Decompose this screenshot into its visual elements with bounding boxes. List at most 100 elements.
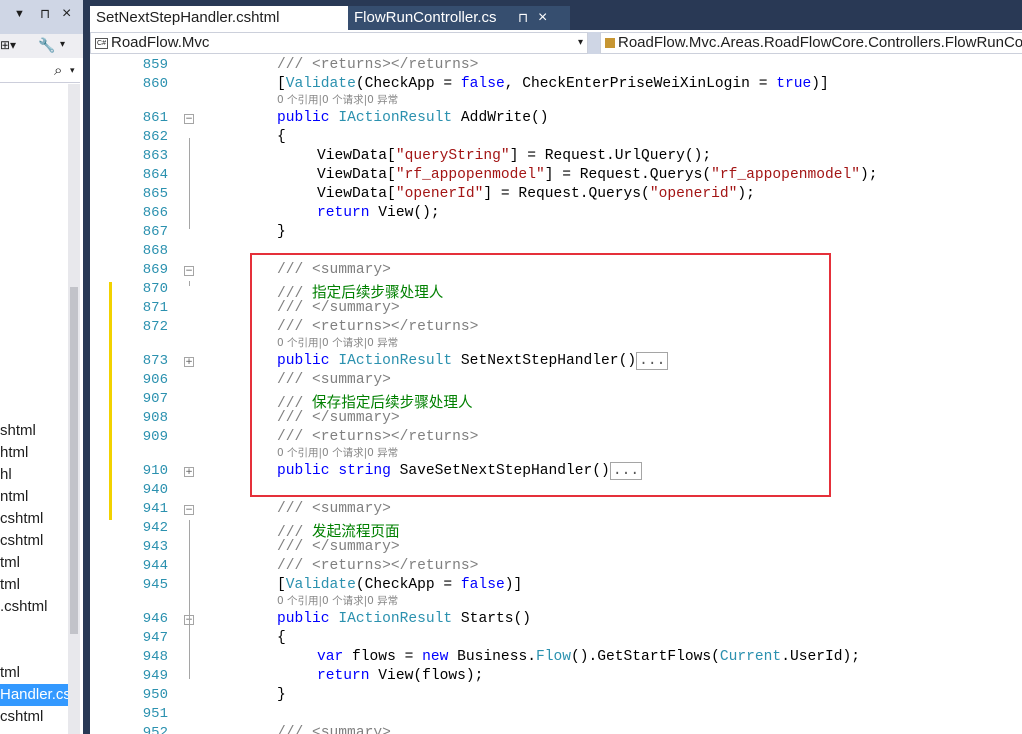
line-number: 941 [142,501,168,517]
line-number: 951 [142,706,168,722]
file-item[interactable]: shtml [0,420,68,442]
code-line[interactable]: } [277,687,286,703]
solution-search-box[interactable]: ⌕ ▾ [0,60,80,83]
line-number: 869 [142,262,168,278]
search-icon: ⌕ [54,62,63,79]
class-dropdown[interactable]: RoadFlow.Mvc.Areas.RoadFlowCore.Controll… [600,32,1022,54]
code-line[interactable]: var flows = new Business.Flow().GetStart… [317,649,860,665]
fold-guide-line [189,281,190,286]
file-item-selected[interactable]: Handler.cs [0,684,68,706]
line-number: 864 [142,167,168,183]
fold-guide-line [189,520,190,679]
scrollbar-thumb[interactable] [70,287,78,634]
solution-explorer-scrollbar[interactable] [68,84,80,734]
expand-icon[interactable]: + [184,357,194,367]
line-number: 863 [142,148,168,164]
pin-icon[interactable]: ⊓ [40,6,50,22]
expand-icon[interactable]: + [184,467,194,477]
line-number: 868 [142,243,168,259]
line-number: 859 [142,57,168,73]
code-line[interactable]: /// <summary> [277,725,391,734]
tab-flowruncontroller-cs[interactable]: FlowRunController.cs ⊓ × [348,6,570,30]
line-number: 867 [142,224,168,240]
file-item[interactable]: html [0,442,68,464]
line-number: 861 [142,110,168,126]
line-number: 872 [142,319,168,335]
file-item[interactable]: cshtml [0,706,68,728]
tab-close-icon[interactable]: × [538,6,547,30]
line-number: 948 [142,649,168,665]
code-line[interactable]: ViewData["openerId"] = Request.Querys("o… [317,186,755,202]
code-line[interactable]: /// <returns></returns> [277,57,478,73]
collapse-icon[interactable]: − [184,114,194,124]
dropdown-arrow-icon[interactable]: ▼ [14,8,25,20]
code-line[interactable]: [Validate(CheckApp = false)] [277,577,522,593]
code-line[interactable]: public IActionResult AddWrite() [277,110,549,126]
tab-pin-icon[interactable]: ⊓ [518,6,528,30]
line-number: 950 [142,687,168,703]
code-line[interactable]: public IActionResult Starts() [277,611,531,627]
line-number: 906 [142,372,168,388]
class-icon [605,38,615,49]
line-number: 940 [142,482,168,498]
line-number: 943 [142,539,168,555]
file-item[interactable]: cshtml [0,530,68,552]
code-line[interactable]: /// <summary> [277,501,391,517]
code-line[interactable]: [Validate(CheckApp = false, CheckEnterPr… [277,76,829,92]
line-number: 945 [142,577,168,593]
file-item[interactable]: tml [0,574,68,596]
code-line[interactable]: /// 发起流程页面 [277,520,400,541]
code-line[interactable]: { [277,630,286,646]
line-number: 862 [142,129,168,145]
file-item[interactable]: cshtml [0,508,68,530]
line-number: 946 [142,611,168,627]
file-item[interactable]: hl [0,464,68,486]
code-line[interactable]: return View(); [317,205,440,221]
line-number: 910 [142,463,168,479]
panel-splitter[interactable] [83,0,90,734]
solution-explorer-toolbar: ▼ ⊓ × [0,0,83,34]
line-number: 952 [142,725,168,734]
tab-setnextstephandler-cshtml[interactable]: SetNextStepHandler.cshtml [90,6,352,30]
highlight-annotation-box [250,253,831,497]
code-line[interactable]: return View(flows); [317,668,483,684]
tab-label: SetNextStepHandler.cshtml [96,9,280,26]
line-number: 866 [142,205,168,221]
properties-wrench-icon[interactable]: 🔧 [38,37,55,54]
code-editor[interactable]: 859 /// <returns></returns> 860 [Validate(C… [90,54,1022,734]
codelens-references[interactable]: 0 个引用|0 个请求|0 异常 [277,92,398,107]
code-line[interactable]: /// <returns></returns> [277,558,478,574]
line-number: 942 [142,520,168,536]
line-number: 909 [142,429,168,445]
collapse-all-icon[interactable]: ⊞▾ [0,38,16,52]
solution-explorer-toolstrip: ⊞▾ 🔧 ▾ [0,34,83,58]
code-line[interactable]: ViewData["queryString"] = Request.UrlQue… [317,148,711,164]
line-number: 908 [142,410,168,426]
code-line[interactable]: ViewData["rf_appopenmodel"] = Request.Qu… [317,167,878,183]
code-line[interactable]: /// </summary> [277,539,400,555]
solution-explorer-panel: ▼ ⊓ × ⊞▾ 🔧 ▾ ⌕ ▾ shtml html hl ntml csht… [0,0,83,734]
project-name: RoadFlow.Mvc [111,34,210,51]
search-dropdown-icon[interactable]: ▾ [70,65,75,76]
tab-label: FlowRunController.cs [354,9,497,26]
project-dropdown[interactable]: C# RoadFlow.Mvc ▾ [90,32,588,54]
file-item[interactable]: tml [0,662,68,684]
close-icon[interactable]: × [62,5,71,23]
collapse-icon[interactable]: − [184,505,194,515]
codelens-references[interactable]: 0 个引用|0 个请求|0 异常 [277,593,398,608]
file-item[interactable]: tml [0,552,68,574]
collapse-icon[interactable]: − [184,266,194,276]
line-number: 871 [142,300,168,316]
line-number: 944 [142,558,168,574]
toolstrip-dropdown-icon[interactable]: ▾ [60,39,65,50]
file-item[interactable]: .cshtml [0,596,68,618]
file-item[interactable]: ntml [0,486,68,508]
line-number: 873 [142,353,168,369]
line-number: 860 [142,76,168,92]
code-line[interactable]: { [277,129,286,145]
class-name: RoadFlow.Mvc.Areas.RoadFlowCore.Controll… [618,34,1022,51]
csharp-file-icon: C# [95,37,108,49]
chevron-down-icon[interactable]: ▾ [578,33,583,53]
code-line[interactable]: } [277,224,286,240]
line-number: 865 [142,186,168,202]
